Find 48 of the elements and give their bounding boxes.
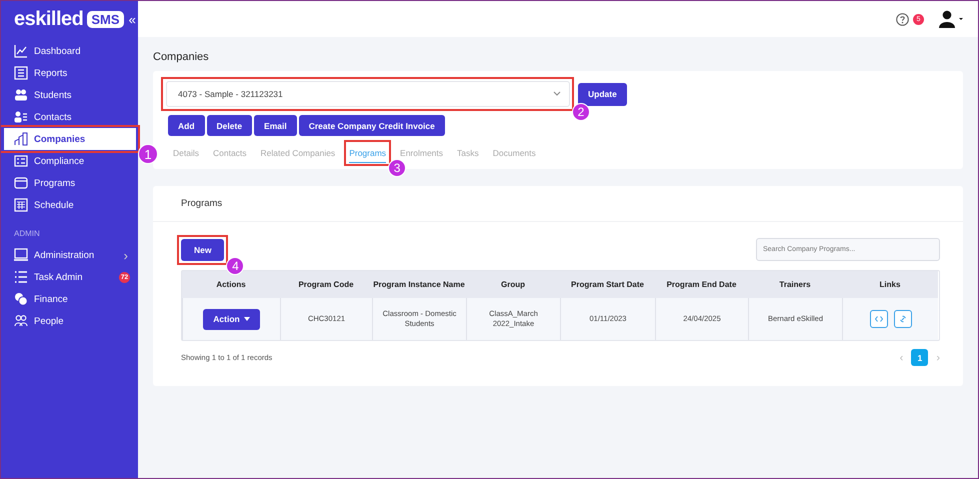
section-title: Programs [153,186,963,222]
nav-item[interactable]: Finance [1,288,138,310]
column-header: Program Start Date [560,271,655,298]
logo-text: eskilled [14,8,84,31]
nav-label: Companies [34,134,86,144]
nav-item[interactable]: Contacts [1,106,138,128]
step-marker: 3 [388,159,406,177]
nav-item[interactable]: Students [1,84,138,106]
logo-badge: SMS [87,11,124,28]
nav-label: Students [34,90,72,100]
nav-item[interactable]: Schedule [1,194,138,216]
nav-label: Task Admin [34,272,83,282]
column-header: Program Code [280,271,372,298]
nav-label: Compliance [34,156,84,166]
column-header: Links [842,271,938,298]
update-button[interactable]: Update [578,82,627,106]
toolbar-button[interactable]: Delete [206,115,252,136]
column-header: Actions [182,271,280,298]
nav-label: Dashboard [34,46,80,56]
column-header: Program Instance Name [372,271,466,298]
new-button[interactable]: New [181,239,224,261]
nav-item[interactable]: Dashboard [1,40,138,62]
action-dropdown-button[interactable]: Action [203,308,260,330]
chevron-icon: › [124,248,128,262]
collapse-button[interactable]: « [128,12,136,27]
column-header: Group [466,271,560,298]
nav-item[interactable]: Compliance [1,150,138,172]
page-title: Companies [153,50,210,65]
nav-label: Programs [34,178,76,188]
nav-item[interactable]: Companies [4,128,136,150]
nav-label: Reports [34,68,68,78]
company-select[interactable]: 4073 - Sample - 321123231 [166,81,570,107]
nav-label: Administration [34,250,94,260]
nav-label: People [34,316,64,326]
toolbar-button[interactable]: Create Company Credit Invoice [298,115,445,136]
toolbar-button[interactable]: Add [168,115,205,136]
section-heading: ADMIN [13,228,41,240]
toolbar-button[interactable]: Email [254,115,297,136]
nav-item[interactable]: Administration › [1,244,138,266]
step-marker: 2 [572,103,590,121]
nav-label: Schedule [34,200,74,210]
nav-label: Finance [34,294,68,304]
nav-item[interactable]: People [1,310,138,332]
nav-item[interactable]: Programs [1,172,138,194]
column-header: Program End Date [655,271,748,298]
nav-item[interactable]: Reports [1,62,138,84]
column-header: Trainers [748,271,842,298]
nav-label: Contacts [34,112,72,122]
